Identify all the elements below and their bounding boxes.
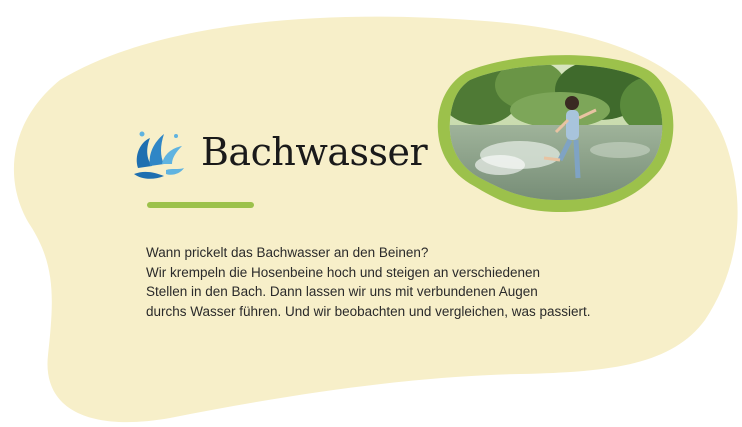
description-line: Wann prickelt das Bachwasser an den Bein… <box>146 245 429 260</box>
page-title: Bachwasser <box>201 130 428 174</box>
description-line: Wir krempeln die Hosenbeine hoch und ste… <box>146 264 540 280</box>
description-line: Stellen in den Bach. Dann lassen wir uns… <box>146 284 538 299</box>
photo-frame <box>437 55 674 213</box>
title-underline <box>147 202 254 208</box>
water-splash-icon <box>134 131 184 179</box>
description-text: Wann prickelt das Bachwasser an den Bein… <box>146 243 706 321</box>
description-line: durchs Wasser führen. Und wir beobachten… <box>146 303 591 319</box>
